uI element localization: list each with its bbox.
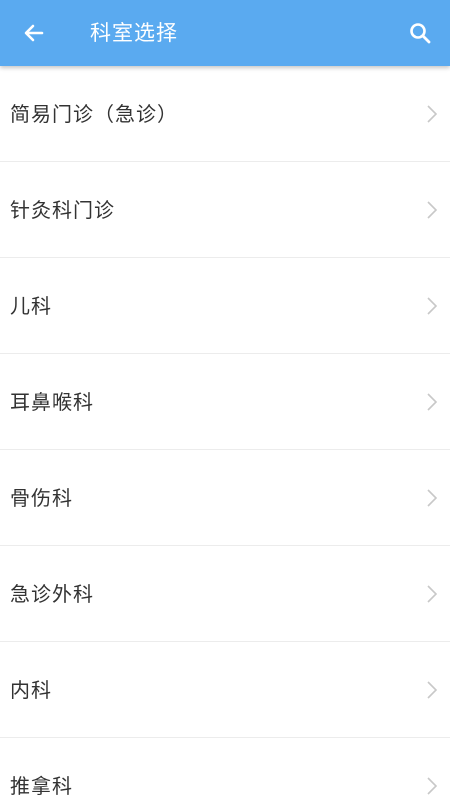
department-label: 推拿科 bbox=[10, 774, 73, 798]
app-screen: 科室选择 简易门诊（急诊） 针灸科门诊 儿科 耳鼻喉科 骨伤科 急诊外科 内科 … bbox=[0, 0, 450, 800]
department-label: 儿科 bbox=[10, 294, 52, 318]
department-label: 骨伤科 bbox=[10, 486, 73, 510]
chevron-right-icon bbox=[427, 105, 438, 123]
search-icon bbox=[410, 23, 431, 44]
app-bar: 科室选择 bbox=[0, 0, 450, 66]
arrow-left-icon bbox=[24, 24, 44, 42]
search-button[interactable] bbox=[398, 11, 442, 55]
department-label: 急诊外科 bbox=[10, 582, 94, 606]
department-label: 针灸科门诊 bbox=[10, 198, 115, 222]
chevron-right-icon bbox=[427, 201, 438, 219]
chevron-right-icon bbox=[427, 489, 438, 507]
department-label: 内科 bbox=[10, 678, 52, 702]
chevron-right-icon bbox=[427, 297, 438, 315]
department-list: 简易门诊（急诊） 针灸科门诊 儿科 耳鼻喉科 骨伤科 急诊外科 内科 推拿科 bbox=[0, 66, 450, 800]
department-label: 简易门诊（急诊） bbox=[10, 102, 178, 126]
chevron-right-icon bbox=[427, 393, 438, 411]
department-item[interactable]: 内科 bbox=[0, 642, 450, 738]
page-title: 科室选择 bbox=[90, 21, 178, 45]
department-item[interactable]: 急诊外科 bbox=[0, 546, 450, 642]
department-item[interactable]: 儿科 bbox=[0, 258, 450, 354]
department-item[interactable]: 简易门诊（急诊） bbox=[0, 66, 450, 162]
chevron-right-icon bbox=[427, 777, 438, 795]
back-button[interactable] bbox=[12, 11, 56, 55]
department-item[interactable]: 耳鼻喉科 bbox=[0, 354, 450, 450]
department-item[interactable]: 针灸科门诊 bbox=[0, 162, 450, 258]
chevron-right-icon bbox=[427, 585, 438, 603]
department-label: 耳鼻喉科 bbox=[10, 390, 94, 414]
department-item[interactable]: 推拿科 bbox=[0, 738, 450, 800]
department-item[interactable]: 骨伤科 bbox=[0, 450, 450, 546]
chevron-right-icon bbox=[427, 681, 438, 699]
